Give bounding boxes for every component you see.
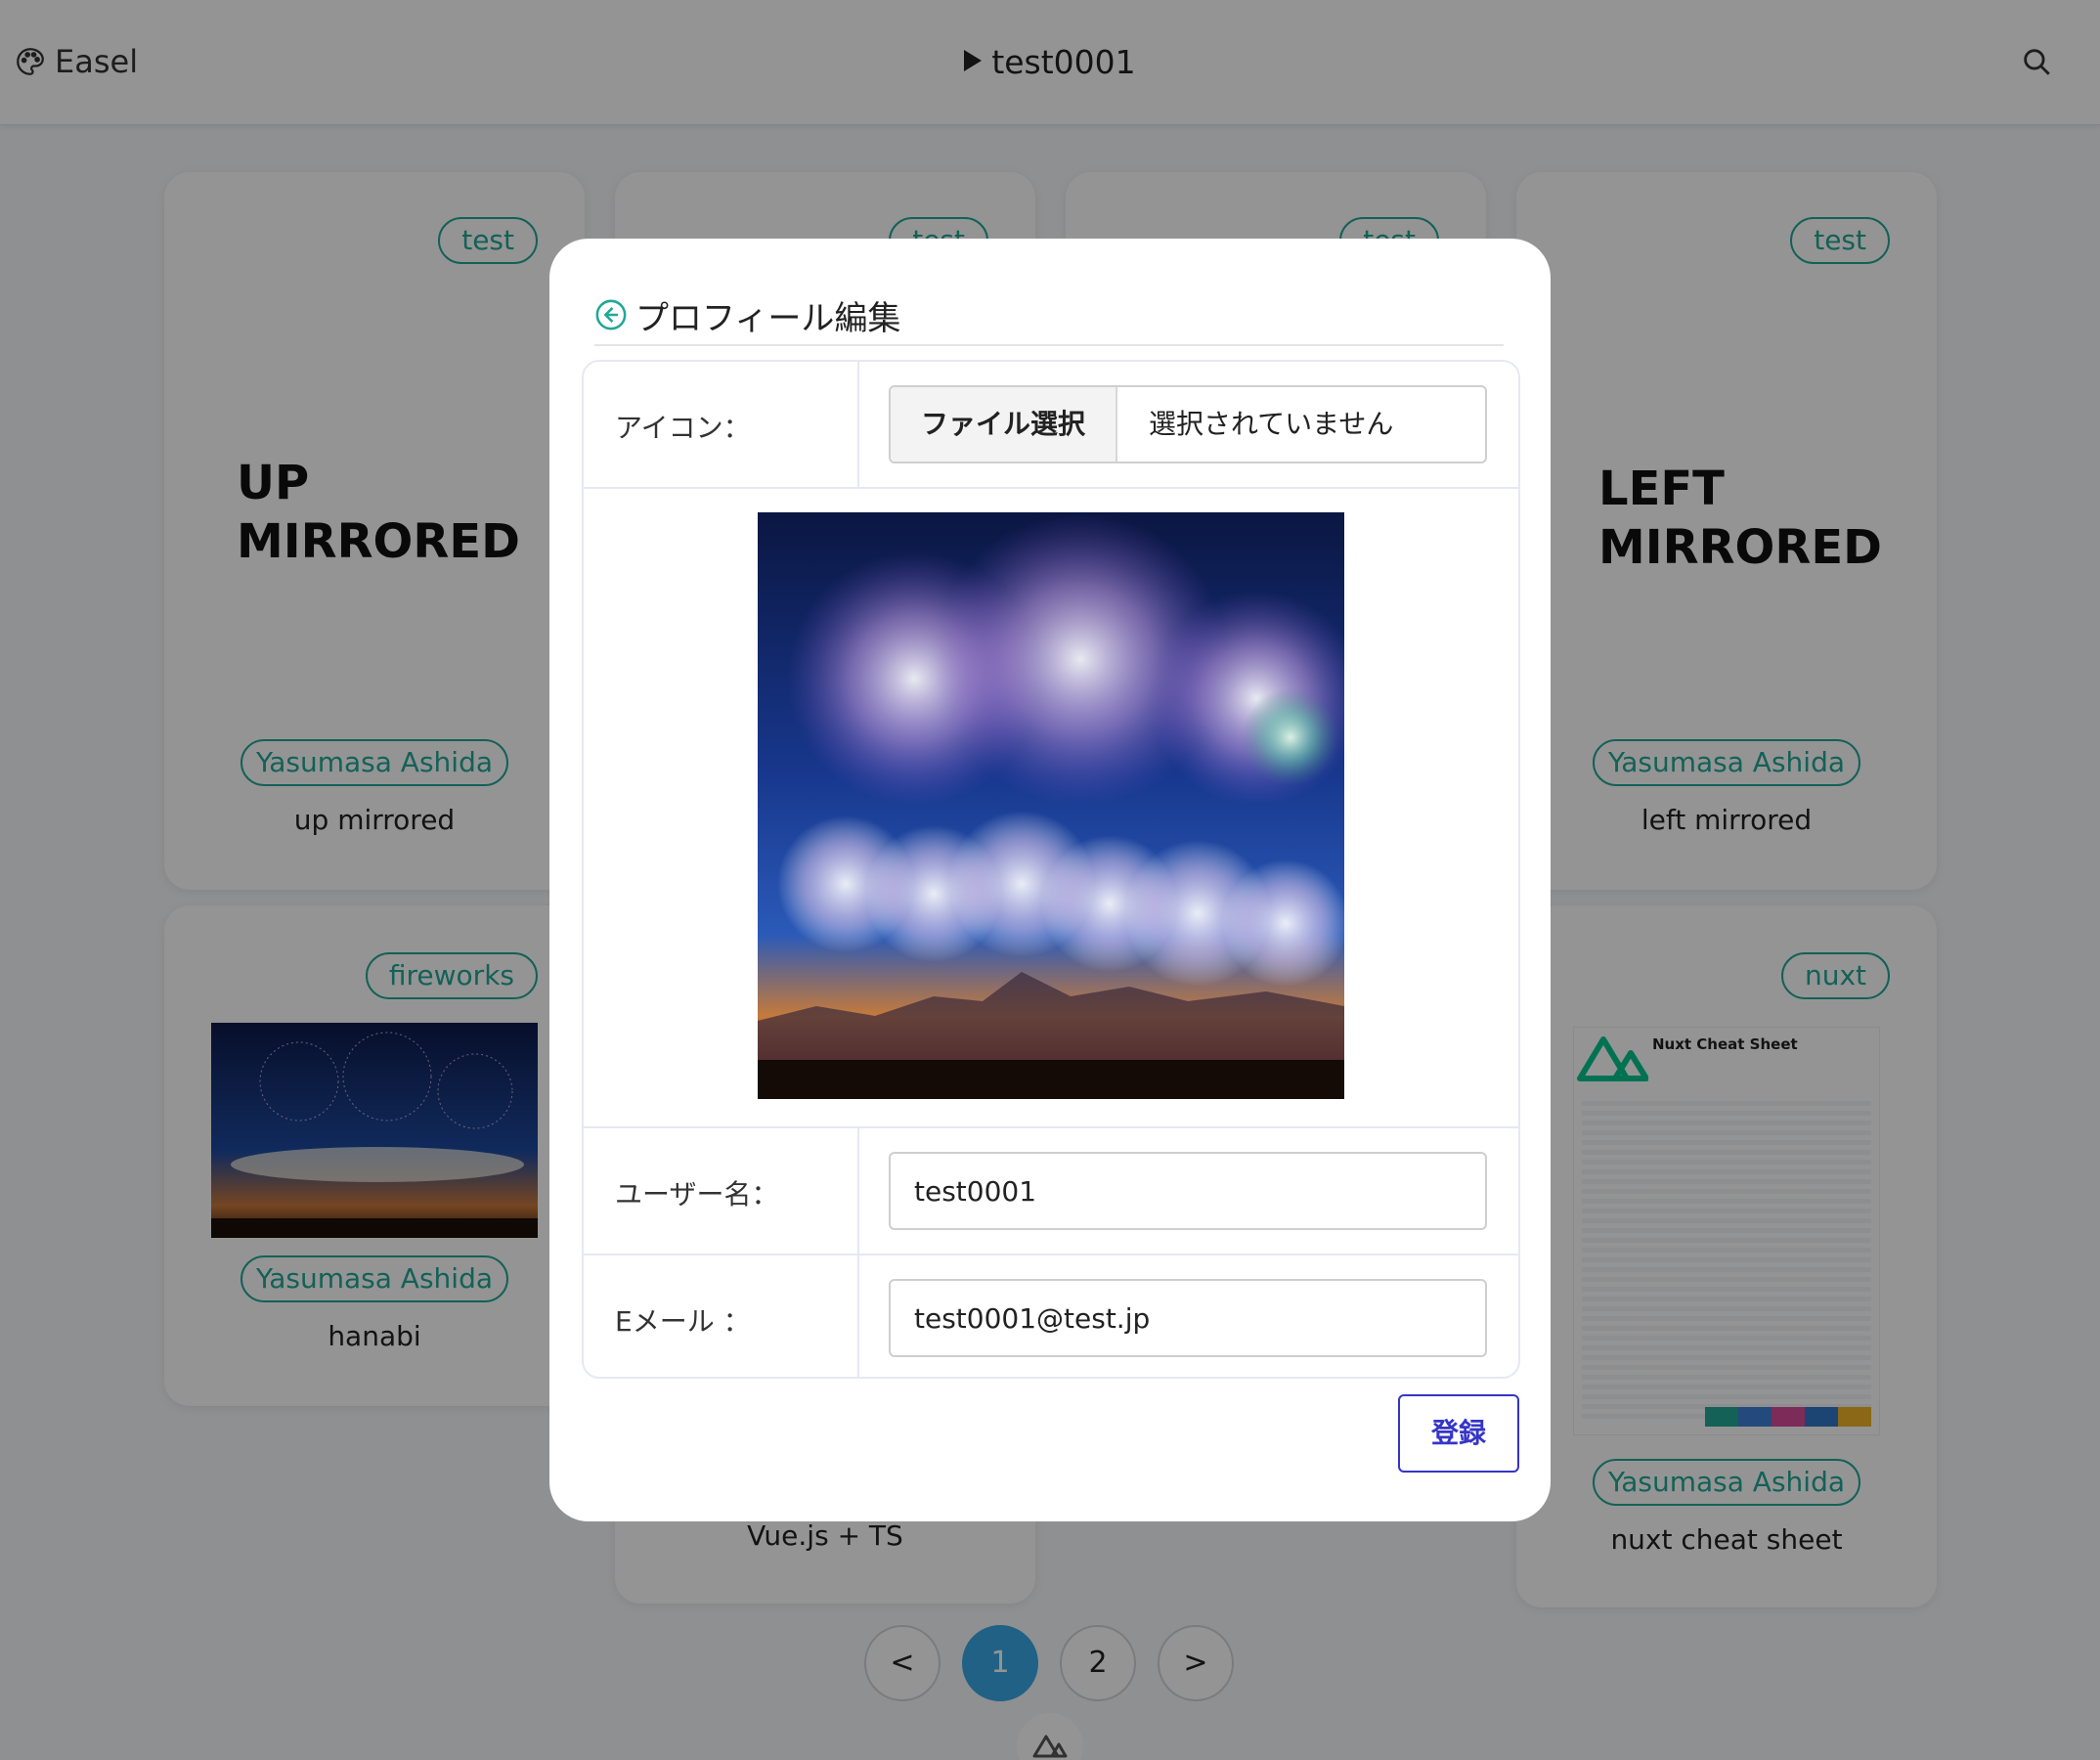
profile-edit-modal: プロフィール編集 アイコン： ファイル選択 選択されていません ユーザー名： t…: [549, 239, 1551, 1521]
submit-button[interactable]: 登録: [1398, 1394, 1519, 1473]
modal-header: プロフィール編集: [594, 286, 1504, 346]
row-divider: [857, 1255, 859, 1379]
email-row: Eメール ：: [584, 1255, 1518, 1379]
username-row: ユーザー名：: [584, 1128, 1518, 1255]
row-divider: [857, 1128, 859, 1254]
modal-title: プロフィール編集: [635, 298, 901, 338]
icon-row: アイコン： ファイル選択 選択されていません: [584, 362, 1518, 489]
back-arrow-icon[interactable]: [594, 298, 628, 331]
icon-preview-image: [758, 512, 1344, 1099]
file-status-text: 選択されていません: [1149, 408, 1394, 440]
icon-label: アイコン：: [615, 412, 751, 444]
row-divider: [857, 362, 859, 487]
file-input[interactable]: ファイル選択 選択されていません: [889, 385, 1487, 463]
email-input[interactable]: [889, 1279, 1487, 1357]
profile-form: アイコン： ファイル選択 選択されていません ユーザー名： test0001 E…: [582, 360, 1520, 1379]
username-label: ユーザー名：: [615, 1178, 779, 1210]
email-label: Eメール ：: [615, 1305, 751, 1338]
icon-preview-row: [584, 489, 1518, 1128]
username-input[interactable]: [889, 1152, 1487, 1230]
file-select-button[interactable]: ファイル選択: [891, 387, 1117, 462]
